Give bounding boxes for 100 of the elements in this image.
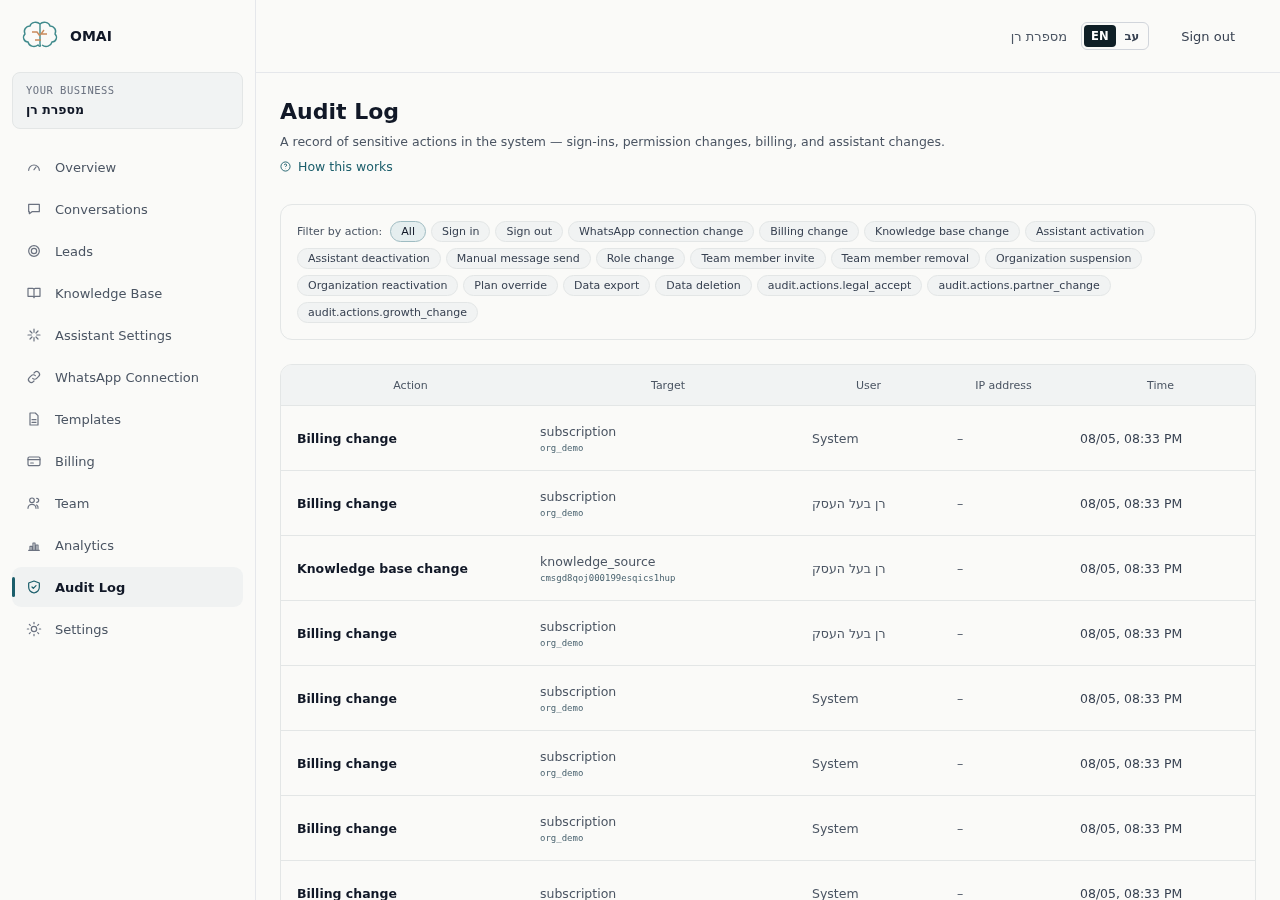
- filter-chip[interactable]: Assistant activation: [1025, 221, 1156, 242]
- nav-icon: [26, 369, 42, 385]
- page-title: Audit Log: [280, 99, 401, 124]
- filter-chip[interactable]: audit.actions.growth_change: [297, 302, 478, 323]
- language-button[interactable]: עב: [1117, 25, 1147, 47]
- business-name: מספרת רן: [26, 102, 85, 117]
- filter-chip[interactable]: Organization reactivation: [297, 275, 459, 296]
- time-cell-text: 08/05, 08:33 PM: [1079, 885, 1184, 900]
- target-name: knowledge_source: [540, 553, 657, 569]
- target-id: cmsgd8qoj000199esqics1hup: [540, 572, 677, 583]
- time-cell-text: 08/05, 08:33 PM: [1079, 755, 1184, 771]
- language-button[interactable]: EN: [1084, 25, 1116, 47]
- filter-chip[interactable]: Sign out: [495, 221, 563, 242]
- filter-chip[interactable]: Data export: [562, 275, 651, 296]
- filter-label: Filter by action:: [297, 225, 383, 238]
- sidebar-item[interactable]: Settings: [12, 609, 243, 649]
- ip-cell-text: –: [956, 625, 965, 641]
- filter-chip[interactable]: Manual message send: [445, 248, 591, 269]
- nav-icon: [26, 579, 42, 595]
- ip-cell-text: –: [956, 495, 965, 511]
- filter-chip[interactable]: All: [390, 221, 426, 242]
- nav-icon: [26, 495, 42, 511]
- target-id: org_demo: [540, 637, 585, 648]
- action-cell-text: Billing change: [296, 495, 398, 511]
- target-id: org_demo: [540, 832, 585, 843]
- user-cell-text: רן בעל העסק: [811, 495, 887, 511]
- time-cell-text: 08/05, 08:33 PM: [1079, 495, 1184, 511]
- action-cell-text: Billing change: [296, 625, 398, 641]
- ip-cell-text: –: [956, 755, 965, 771]
- filter-chip[interactable]: Billing change: [759, 221, 859, 242]
- column-header: Target: [650, 378, 686, 392]
- filter-chip[interactable]: Role change: [595, 248, 686, 269]
- time-cell-text: 08/05, 08:33 PM: [1079, 560, 1184, 576]
- action-cell-text: Billing change: [296, 430, 398, 446]
- help-link[interactable]: How this works: [280, 159, 393, 174]
- nav-icon: [26, 453, 42, 469]
- action-cell-text: Billing change: [296, 755, 398, 771]
- target-name: subscription: [540, 423, 618, 439]
- time-cell-text: 08/05, 08:33 PM: [1079, 430, 1184, 446]
- time-cell-text: 08/05, 08:33 PM: [1079, 625, 1184, 641]
- action-cell-text: Billing change: [296, 820, 398, 836]
- ip-cell-text: –: [956, 820, 965, 836]
- target-name: subscription: [540, 683, 618, 699]
- target-id: org_demo: [540, 702, 585, 713]
- user-cell-text: רן בעל העסק: [811, 560, 887, 576]
- target-id: org_demo: [540, 442, 585, 453]
- target-name: subscription: [540, 488, 618, 504]
- nav-icon: [26, 621, 42, 637]
- filter-chip[interactable]: Data deletion: [655, 275, 752, 296]
- sidebar-item[interactable]: Conversations: [12, 189, 243, 229]
- action-cell-text: Billing change: [296, 690, 398, 706]
- target-name: subscription: [540, 813, 618, 829]
- filter-chip[interactable]: WhatsApp connection change: [568, 221, 755, 242]
- target-name: subscription: [540, 748, 618, 764]
- sidebar-item[interactable]: Leads: [12, 231, 243, 271]
- user-cell-text: System: [811, 690, 860, 706]
- column-header: Time: [1146, 378, 1175, 392]
- sidebar-item[interactable]: Billing: [12, 441, 243, 481]
- nav-icon: [26, 327, 42, 343]
- brand-name: OMAI: [70, 28, 112, 44]
- help-icon: [280, 161, 291, 172]
- ip-cell-text: –: [956, 885, 965, 900]
- sidebar-item[interactable]: Assistant Settings: [12, 315, 243, 355]
- user-cell-text: רן בעל העסק: [811, 625, 887, 641]
- nav-icon: [26, 411, 42, 427]
- ip-cell-text: –: [956, 560, 965, 576]
- filter-chip[interactable]: audit.actions.legal_accept: [756, 275, 923, 296]
- filter-chip[interactable]: Team member invite: [690, 248, 826, 269]
- target-name: subscription: [540, 885, 618, 900]
- sidebar-item[interactable]: Templates: [12, 399, 243, 439]
- target-id: org_demo: [540, 507, 585, 518]
- sidebar-item[interactable]: Team: [12, 483, 243, 523]
- nav-icon: [26, 201, 42, 217]
- time-cell-text: 08/05, 08:33 PM: [1079, 820, 1184, 836]
- action-cell-text: Billing change: [296, 885, 398, 900]
- sidebar-item[interactable]: Overview: [12, 147, 243, 187]
- filter-chip[interactable]: Team member removal: [830, 248, 980, 269]
- action-cell-text: Knowledge base change: [296, 560, 469, 576]
- column-header: IP address: [974, 378, 1033, 392]
- sign-out-link[interactable]: Sign out: [1181, 28, 1235, 44]
- user-cell-text: System: [811, 755, 860, 771]
- business-name: מספרת רן: [1010, 28, 1068, 44]
- filter-chip[interactable]: Organization suspension: [984, 248, 1143, 269]
- filter-chip[interactable]: audit.actions.partner_change: [927, 275, 1111, 296]
- filter-chip[interactable]: Assistant deactivation: [297, 248, 441, 269]
- business-label: YOUR BUSINESS: [26, 84, 116, 96]
- nav-icon: [26, 243, 42, 259]
- user-cell-text: System: [811, 820, 860, 836]
- column-header: Action: [392, 378, 429, 392]
- target-id: org_demo: [540, 767, 585, 778]
- column-header: User: [854, 378, 883, 392]
- sidebar-item[interactable]: Analytics: [12, 525, 243, 565]
- sidebar-item[interactable]: Knowledge Base: [12, 273, 243, 313]
- filter-chip[interactable]: Knowledge base change: [863, 221, 1021, 242]
- filter-chip[interactable]: Plan override: [463, 275, 558, 296]
- sidebar-item[interactable]: WhatsApp Connection: [12, 357, 243, 397]
- target-name: subscription: [540, 618, 618, 634]
- ip-cell-text: –: [956, 690, 965, 706]
- sidebar-item[interactable]: Audit Log: [12, 567, 243, 607]
- filter-chip[interactable]: Sign in: [430, 221, 491, 242]
